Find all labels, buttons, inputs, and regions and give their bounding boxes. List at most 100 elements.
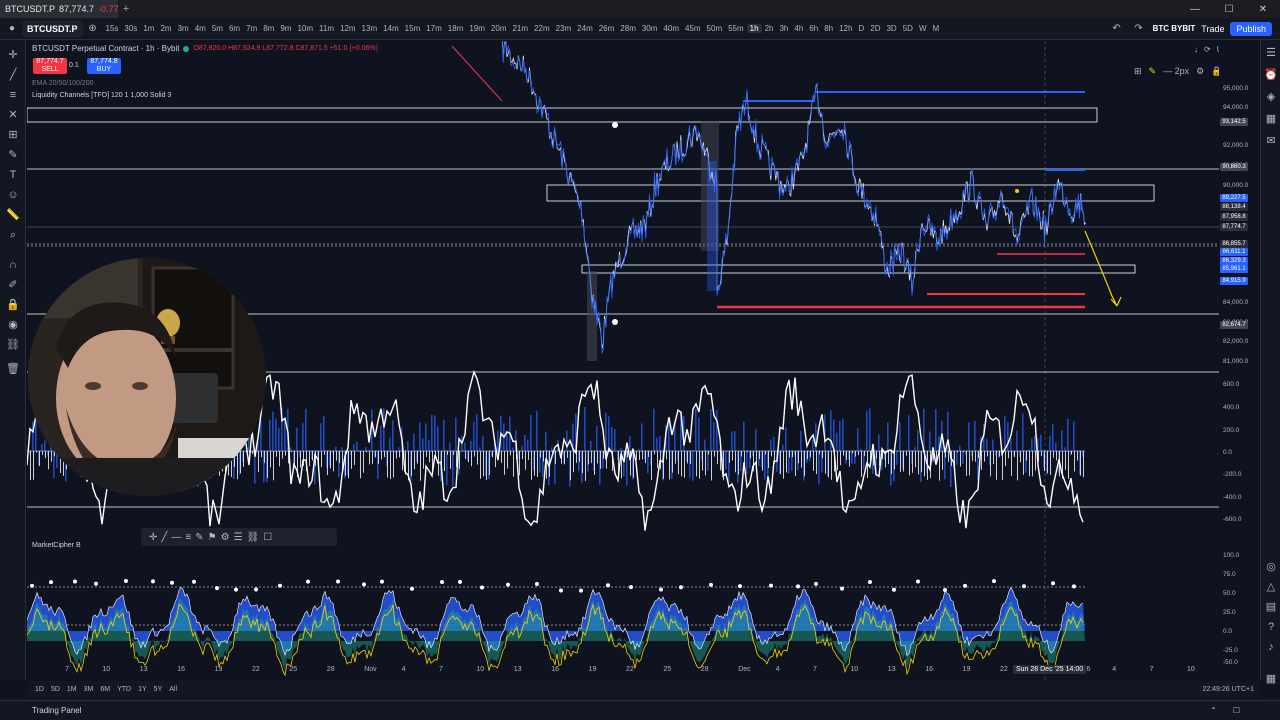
timeframe-button[interactable]: 17m xyxy=(423,24,445,33)
brush-icon[interactable]: ✎ xyxy=(195,532,203,543)
refresh-icon[interactable]: ⟳ xyxy=(1204,45,1211,54)
price-scale[interactable]: 95,000.094,000.092,000.091,000.090,000.0… xyxy=(1219,41,1260,681)
timeframe-button[interactable]: 55m xyxy=(725,24,747,33)
projection-icon[interactable]: ⊞ xyxy=(6,128,20,142)
timeframe-button[interactable]: 45m xyxy=(682,24,704,33)
timeframe-button[interactable]: 26m xyxy=(596,24,618,33)
publish-button[interactable]: Publish xyxy=(1230,21,1272,36)
range-button[interactable]: 6M xyxy=(100,686,110,693)
crosshair-icon[interactable]: ✛ xyxy=(6,48,20,62)
brush-icon[interactable]: ✎ xyxy=(6,148,20,162)
magnet-icon[interactable]: ∩ xyxy=(6,258,20,272)
time-axis[interactable]: 7 10 13 16 19 22 25 28 Nov 4 7 10 13 16 19 22 25 28 Dec 4 7 1… xyxy=(27,664,1219,678)
range-button[interactable]: 5Y xyxy=(154,686,163,693)
timeframe-button[interactable]: 1h xyxy=(746,24,762,33)
timeframe-button[interactable]: 22m xyxy=(531,24,553,33)
emoji-icon[interactable]: ☺ xyxy=(6,188,20,202)
maximize-icon[interactable]: ☐ xyxy=(1212,4,1246,15)
trading-panel-label[interactable]: Trading Panel xyxy=(32,706,82,715)
horizontal-line-icon[interactable]: — xyxy=(171,532,181,543)
timeframe-button[interactable]: 12h xyxy=(836,24,855,33)
undo-icon[interactable]: ↶ xyxy=(1109,23,1125,34)
exchange-label[interactable]: BTC BYBIT xyxy=(1153,24,1196,33)
timeframe-button[interactable]: 2h xyxy=(762,24,777,33)
chart-icon[interactable]: ▤ xyxy=(1264,600,1278,614)
square-icon[interactable]: ☐ xyxy=(263,532,272,543)
triangle-icon[interactable]: △ xyxy=(1264,580,1278,594)
timeframe-button[interactable]: 1m xyxy=(140,24,157,33)
buy-button[interactable]: 87,774.8 BUY xyxy=(87,58,121,74)
timeframe-button[interactable]: 18m xyxy=(445,24,467,33)
trade-button[interactable]: Trade xyxy=(1201,24,1224,34)
sell-button[interactable]: 87,774.7 SELL xyxy=(33,58,67,74)
trading-panel-bar[interactable]: Trading Panel ⌃ ☐ xyxy=(0,700,1280,720)
maximize-icon[interactable]: ☐ xyxy=(1233,706,1240,715)
timeframe-button[interactable]: 40m xyxy=(660,24,682,33)
template-icon[interactable]: ⊞ xyxy=(1134,66,1142,77)
timeframe-button[interactable]: M xyxy=(930,24,943,33)
help-icon[interactable]: ? xyxy=(1264,620,1278,634)
new-tab-button[interactable]: + xyxy=(118,3,134,15)
ruler-icon[interactable]: 📏 xyxy=(6,208,20,222)
range-button[interactable]: All xyxy=(169,686,177,693)
text-icon[interactable]: T xyxy=(6,168,20,182)
fib-icon[interactable]: ≡ xyxy=(6,88,20,102)
timeframe-button[interactable]: 15s xyxy=(103,24,122,33)
menu-icon[interactable]: ≡ xyxy=(185,532,191,543)
timeframe-button[interactable]: 4m xyxy=(192,24,209,33)
timeframe-button[interactable]: 4h xyxy=(791,24,806,33)
symbol-search[interactable]: BTCUSDT.P xyxy=(22,20,83,37)
list-icon[interactable]: ☰ xyxy=(234,532,243,543)
grid-icon[interactable]: ▦ xyxy=(1264,672,1278,686)
timeframe-button[interactable]: 30s xyxy=(121,24,140,33)
close-icon[interactable]: ✕ xyxy=(1246,4,1280,15)
timeframe-button[interactable]: 11m xyxy=(316,24,337,33)
timeframe-button[interactable]: 50m xyxy=(704,24,726,33)
alerts-icon[interactable]: ⏰ xyxy=(1264,68,1278,82)
range-button[interactable]: YTD xyxy=(117,686,131,693)
link-icon[interactable]: ⛓ xyxy=(6,338,20,352)
layers-icon[interactable]: ◈ xyxy=(1264,90,1278,104)
timeframe-button[interactable]: 8h xyxy=(821,24,836,33)
avatar-icon[interactable]: ● xyxy=(4,23,20,34)
pattern-icon[interactable]: ✕ xyxy=(6,108,20,122)
target-icon[interactable]: ◎ xyxy=(1264,560,1278,574)
timeframe-button[interactable]: 3D xyxy=(883,24,899,33)
chevron-up-icon[interactable]: ⌃ xyxy=(1210,706,1217,715)
pencil-icon[interactable]: ✎ xyxy=(1149,66,1157,77)
trendline-icon[interactable]: ╱ xyxy=(161,532,167,543)
minimize-icon[interactable]: — xyxy=(1178,4,1212,15)
ema-indicator-label[interactable]: EMA 20/50/100/200 xyxy=(32,80,94,87)
timeframe-button[interactable]: 23m xyxy=(553,24,575,33)
range-button[interactable]: 1D xyxy=(35,686,44,693)
timeframe-button[interactable]: 30m xyxy=(639,24,661,33)
liquidity-indicator-label[interactable]: Liquidity Channels [TFO] 120 1 1,000 Sol… xyxy=(32,92,171,99)
range-button[interactable]: 3M xyxy=(84,686,94,693)
timeframe-button[interactable]: 13m xyxy=(359,24,381,33)
eye-icon[interactable]: ◉ xyxy=(6,318,20,332)
timeframe-button[interactable]: 10m xyxy=(294,24,316,33)
timeframe-button[interactable]: 2m xyxy=(157,24,174,33)
chat-icon[interactable]: ✉ xyxy=(1264,134,1278,148)
timeframe-button[interactable]: 28m xyxy=(617,24,639,33)
timeframe-button[interactable]: 21m xyxy=(509,24,531,33)
timeframe-button[interactable]: 14m xyxy=(380,24,402,33)
order-qty[interactable]: 0.1 xyxy=(69,62,79,69)
timeframe-button[interactable]: 7m xyxy=(243,24,260,33)
settings-icon[interactable]: ⚙ xyxy=(1196,66,1204,77)
link-icon[interactable]: ⛓ xyxy=(247,532,260,543)
timeframe-button[interactable]: 6h xyxy=(806,24,821,33)
trash-icon[interactable]: 🗑 xyxy=(6,362,20,376)
trendline-icon[interactable]: ╱ xyxy=(6,68,20,82)
timeframe-button[interactable]: 19m xyxy=(466,24,488,33)
arrow-down-icon[interactable]: ↓ xyxy=(1194,45,1198,54)
lock-icon[interactable]: 🔒 xyxy=(6,298,20,312)
timeframe-button[interactable]: 5m xyxy=(209,24,226,33)
timeframe-button[interactable]: W xyxy=(916,24,930,33)
range-button[interactable]: 5D xyxy=(51,686,60,693)
crosshair-icon[interactable]: ✛ xyxy=(149,532,157,543)
range-button[interactable]: 1M xyxy=(67,686,77,693)
chart-legend[interactable]: BTCUSDT Perpetual Contract · 1h · Bybit … xyxy=(32,44,378,53)
settings-icon[interactable]: ⚙ xyxy=(221,532,230,543)
timeframe-button[interactable]: 24m xyxy=(574,24,596,33)
